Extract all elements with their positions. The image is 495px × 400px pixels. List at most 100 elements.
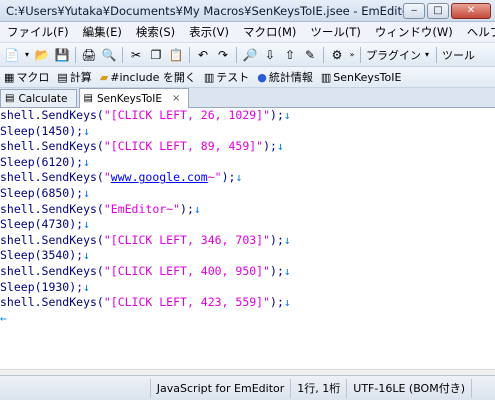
menu-macro[interactable]: マクロ(M) bbox=[236, 24, 303, 40]
document-tabs: ▤ Calculate ▤ SenKeysToIE × bbox=[0, 88, 495, 108]
macro-item-calc[interactable]: ▤ 計算 bbox=[53, 69, 95, 85]
newline-mark: ↓ bbox=[83, 185, 91, 200]
macro-item-label: SenKeysToIE bbox=[333, 70, 402, 84]
code-tail: ); bbox=[180, 201, 194, 216]
undo-icon[interactable]: ↶ bbox=[194, 46, 212, 64]
menu-edit[interactable]: 編集(E) bbox=[76, 24, 129, 40]
text-editor[interactable]: shell.SendKeys("[CLICK LEFT, 26, 1029]")… bbox=[0, 108, 495, 369]
file-icon: ▤ bbox=[5, 93, 15, 104]
print-preview-icon[interactable]: 🔍 bbox=[100, 46, 118, 64]
macro-item-test[interactable]: ▥ テスト bbox=[200, 69, 253, 85]
code-line: Sleep(4730);↓ bbox=[0, 217, 495, 233]
script-icon: ▥ bbox=[320, 70, 332, 84]
close-button[interactable]: ✕ bbox=[451, 2, 491, 19]
code-line: shell.SendKeys("[CLICK LEFT, 346, 703]")… bbox=[0, 233, 495, 249]
macro-item-include[interactable]: ▰ #include を開く bbox=[96, 69, 200, 85]
macro-item-macro[interactable]: ▦ マクロ bbox=[0, 69, 53, 85]
macro-item-label: テスト bbox=[216, 71, 250, 84]
code-function: shell.SendKeys( bbox=[0, 170, 104, 185]
code-line: shell.SendKeys("EmEditor~");↓ bbox=[0, 202, 495, 218]
redo-icon[interactable]: ↷ bbox=[214, 46, 232, 64]
newline-mark: ↓ bbox=[276, 139, 284, 154]
code-function: shell.SendKeys( bbox=[0, 108, 104, 122]
toolbar-separator bbox=[436, 46, 437, 63]
code-function: shell.SendKeys( bbox=[0, 232, 104, 247]
maximize-button[interactable]: □ bbox=[427, 2, 449, 19]
newline-mark: ↓ bbox=[193, 201, 201, 216]
plugin-dropdown-icon[interactable]: ▾ bbox=[422, 46, 432, 64]
newline-mark: ↓ bbox=[235, 170, 243, 185]
new-dropdown-icon[interactable]: ▾ bbox=[23, 46, 31, 64]
cut-icon[interactable]: ✂ bbox=[127, 46, 145, 64]
paste-icon[interactable]: 📋 bbox=[167, 46, 185, 64]
code-function: Sleep(6850); bbox=[0, 185, 84, 200]
code-line: Sleep(1930);↓ bbox=[0, 280, 495, 296]
newline-mark: ↓ bbox=[83, 154, 91, 169]
code-function: Sleep(3540); bbox=[0, 248, 84, 263]
code-tail: ); bbox=[263, 139, 277, 154]
macro-item-label: マクロ bbox=[16, 71, 50, 84]
find-icon[interactable]: 🔎 bbox=[241, 46, 259, 64]
code-tail: ); bbox=[221, 170, 236, 185]
new-file-icon[interactable]: 📄 bbox=[3, 46, 21, 64]
menu-window[interactable]: ウィンドウ(W) bbox=[368, 24, 460, 40]
status-syntax-mode[interactable]: JavaScript for EmEditor bbox=[149, 378, 290, 398]
code-string: "[CLICK LEFT, 346, 703]" bbox=[103, 232, 271, 247]
code-function: shell.SendKeys( bbox=[0, 201, 104, 216]
code-string: " bbox=[103, 170, 111, 185]
open-folder-icon[interactable]: 📂 bbox=[33, 46, 51, 64]
code-line: shell.SendKeys("[CLICK LEFT, 26, 1029]")… bbox=[0, 108, 495, 124]
plugin-toolbar-label[interactable]: プラグイン bbox=[366, 47, 421, 63]
code-line: ← bbox=[0, 311, 495, 327]
macro-item-senkeys[interactable]: ▥ SenKeysToIE bbox=[317, 71, 406, 84]
title-bar: C:¥Users¥Yutaka¥Documents¥My Macros¥SenK… bbox=[0, 0, 495, 22]
menu-file[interactable]: ファイル(F) bbox=[0, 24, 76, 40]
tab-calculate[interactable]: ▤ Calculate bbox=[0, 89, 77, 107]
status-cursor-position[interactable]: 1行, 1桁 bbox=[290, 378, 346, 398]
code-function: Sleep(6120); bbox=[0, 154, 84, 169]
toolbar-separator bbox=[360, 46, 361, 63]
code-function: Sleep(1450); bbox=[0, 123, 84, 138]
menu-view[interactable]: 表示(V) bbox=[182, 24, 236, 40]
menu-bar: ファイル(F) 編集(E) 検索(S) 表示(V) マクロ(M) ツール(T) … bbox=[0, 22, 495, 43]
menu-help[interactable]: ヘルプ(H) bbox=[460, 24, 495, 40]
copy-icon[interactable]: ❐ bbox=[147, 46, 165, 64]
calculator-icon: ▤ bbox=[57, 70, 68, 84]
tab-label: Calculate bbox=[18, 92, 68, 105]
minimize-button[interactable]: ‒ bbox=[403, 2, 425, 19]
macro-toolbar: ▦ マクロ ▤ 計算 ▰ #include を開く ▥ テスト ● 統計情報 ▥ SenKe… bbox=[0, 67, 495, 88]
code-url-link[interactable]: www.google.com bbox=[111, 170, 208, 184]
find-prev-icon[interactable]: ⇧ bbox=[281, 46, 299, 64]
print-icon[interactable]: 🖨 bbox=[80, 46, 98, 64]
toolbar-overflow-icon[interactable]: » bbox=[348, 46, 356, 64]
save-icon[interactable]: 💾 bbox=[53, 46, 71, 64]
tab-close-icon[interactable]: × bbox=[172, 93, 180, 104]
code-function: shell.SendKeys( bbox=[0, 295, 104, 310]
code-line: Sleep(6120);↓ bbox=[0, 155, 495, 171]
macro-item-stats[interactable]: ● 統計情報 bbox=[253, 69, 317, 85]
tab-senkeystoie[interactable]: ▤ SenKeysToIE × bbox=[78, 88, 190, 108]
menu-search[interactable]: 検索(S) bbox=[129, 24, 182, 40]
tab-label: SenKeysToIE bbox=[96, 92, 163, 105]
newline-mark: ↓ bbox=[283, 295, 291, 310]
toolbar-separator bbox=[323, 46, 324, 63]
code-string: "[CLICK LEFT, 89, 459]" bbox=[103, 139, 264, 154]
status-encoding[interactable]: UTF-16LE (BOM付き) bbox=[346, 378, 471, 398]
find-next-icon[interactable]: ⇩ bbox=[261, 46, 279, 64]
menu-tools[interactable]: ツール(T) bbox=[303, 24, 368, 40]
code-line: shell.SendKeys("[CLICK LEFT, 89, 459]");… bbox=[0, 139, 495, 155]
tools-toolbar-label[interactable]: ツール bbox=[442, 47, 475, 63]
toolbar-separator bbox=[122, 46, 123, 63]
highlight-icon[interactable]: ✎ bbox=[301, 46, 319, 64]
code-string: "[CLICK LEFT, 400, 950]" bbox=[103, 263, 271, 278]
code-function: shell.SendKeys( bbox=[0, 263, 104, 278]
code-function: Sleep(4730); bbox=[0, 217, 84, 232]
code-tail: ); bbox=[270, 263, 284, 278]
eof-mark: ← bbox=[0, 310, 7, 325]
code-tail: ); bbox=[270, 108, 284, 122]
macro-item-label: #include を開く bbox=[110, 71, 196, 84]
toolbar-separator bbox=[236, 46, 237, 63]
macro-run-icon[interactable]: ⚙ bbox=[328, 46, 346, 64]
newline-mark: ↓ bbox=[83, 217, 91, 232]
file-icon: ▤ bbox=[83, 93, 93, 104]
